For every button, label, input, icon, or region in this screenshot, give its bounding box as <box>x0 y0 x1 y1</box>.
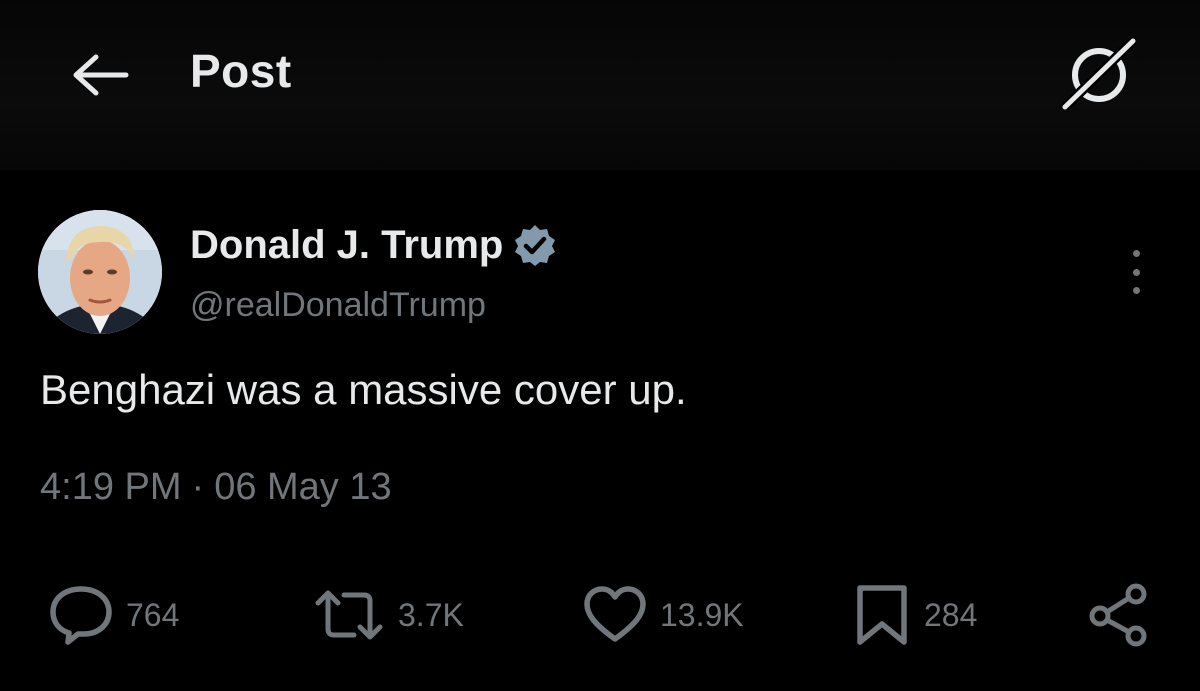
author-name-row[interactable]: Donald J. Trump <box>190 218 557 272</box>
avatar[interactable] <box>38 210 162 334</box>
like-count: 13.9K <box>660 596 744 633</box>
timestamp-separator: · <box>191 466 205 508</box>
grok-icon <box>1059 37 1139 111</box>
share-icon <box>1086 582 1156 648</box>
bookmark-icon <box>852 582 912 648</box>
bookmark-button[interactable]: 284 <box>852 575 977 655</box>
more-dot <box>1132 268 1140 276</box>
verified-badge-icon[interactable] <box>513 223 557 267</box>
more-dot <box>1132 250 1140 257</box>
top-bar <box>0 0 1200 170</box>
bookmark-count: 284 <box>924 596 978 633</box>
page-title: Post <box>190 45 292 97</box>
repost-button[interactable]: 3.7K <box>312 575 464 655</box>
share-button[interactable] <box>1086 575 1156 655</box>
repost-icon <box>312 583 386 647</box>
post-text: Benghazi was a massive cover up. <box>40 366 687 413</box>
repost-count: 3.7K <box>398 596 464 633</box>
profile-photo <box>38 210 162 334</box>
heart-icon <box>582 585 648 645</box>
reply-button[interactable]: 764 <box>48 575 179 655</box>
post-time[interactable]: 4:19 PM <box>40 466 182 508</box>
reply-count: 764 <box>126 596 180 633</box>
grok-button[interactable] <box>1058 36 1140 112</box>
like-button[interactable]: 13.9K <box>582 575 744 655</box>
more-dot <box>1132 287 1140 294</box>
post-timestamp[interactable]: 4:19 PM · 06 May 13 <box>40 466 392 509</box>
action-bar: 764 3.7K 13.9K 284 <box>0 575 1200 655</box>
back-button[interactable] <box>68 48 132 102</box>
arrow-left-icon <box>70 53 130 97</box>
post-date[interactable]: 06 May 13 <box>214 466 391 508</box>
author-name[interactable]: Donald J. Trump <box>190 223 503 268</box>
reply-icon <box>48 583 114 647</box>
more-options-button[interactable] <box>1116 250 1156 294</box>
author-handle[interactable]: @realDonaldTrump <box>190 286 486 325</box>
